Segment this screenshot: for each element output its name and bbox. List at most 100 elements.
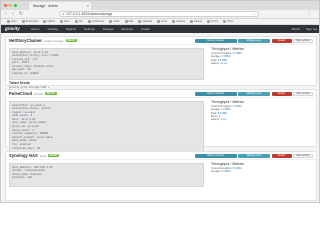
show-in-browser-button[interactable]: Show in browser [194, 91, 237, 96]
card-actions: Show in browser Manage users Restart More a… [194, 38, 313, 43]
bookmark-favicon-icon [138, 20, 142, 23]
card-header: PulseCloud shared READY Show in browser Mana… [6, 90, 316, 98]
nav-item[interactable]: Admin [31, 27, 40, 31]
close-window-icon[interactable] [4, 4, 7, 7]
bookmark-favicon-icon [109, 20, 113, 23]
bookmark-item[interactable]: Other [223, 20, 233, 23]
bookmark-item[interactable]: Sentry [206, 20, 219, 23]
bookmark-item[interactable]: Mail [124, 20, 134, 23]
metric-row: Average: 0.4 MB/s [211, 170, 311, 173]
card-actions: Show in browser Manage users Restart More a… [194, 153, 313, 158]
browser-tab-bar: Storage · Admin × [1, 1, 319, 10]
config-block: host_address: 192.168.1.20 volume: /volum… [9, 163, 204, 187]
config-line: protocol: smb [12, 176, 33, 180]
maximize-window-icon[interactable] [14, 4, 17, 7]
bookmark-favicon-icon [87, 20, 91, 23]
bookmark-item[interactable]: Jira [74, 20, 83, 23]
token-seeds-label: Token Seeds [9, 81, 30, 85]
nav-item[interactable]: Create [141, 27, 150, 31]
metrics-panel: Throughput / Metrics Current throughput: … [211, 100, 311, 121]
storage-name[interactable]: NetStoryChainer [9, 38, 42, 43]
bookmark-label: Grafana [176, 20, 186, 23]
restart-button[interactable]: Restart [271, 153, 292, 158]
back-icon[interactable]: ‹ [5, 11, 7, 18]
reload-icon[interactable]: ↻ [19, 11, 23, 18]
bookmark-item[interactable]: Kibana [190, 20, 202, 23]
bookmark-item[interactable]: Confluence [87, 20, 105, 23]
nav-item[interactable]: Storage [103, 27, 114, 31]
bookmark-item[interactable]: Apps [7, 20, 17, 23]
bookmark-label: Docs [64, 20, 70, 23]
manage-users-button[interactable]: Manage users [238, 91, 270, 96]
bookmark-favicon-icon [157, 20, 161, 23]
status-badge: READY [48, 154, 60, 158]
metric-value: 0.4 MB/s [221, 170, 231, 174]
nav-user-link[interactable]: Sign out [306, 27, 317, 31]
manage-users-button[interactable]: Manage users [238, 153, 270, 158]
bookmark-label: Slack [113, 20, 120, 23]
nav-item[interactable]: Objects [66, 27, 76, 31]
bookmark-label: Confluence [91, 20, 105, 23]
tab-close-icon[interactable]: × [87, 2, 89, 10]
bookmark-item[interactable]: Docs [60, 20, 70, 23]
metrics-panel: Throughput / Metrics Current throughput: … [211, 47, 311, 65]
bookmark-label: Bookmarks [25, 20, 39, 23]
config-line: timeout_ms: 30000 [12, 72, 39, 76]
show-in-browser-button[interactable]: Show in browser [194, 153, 237, 158]
bookmark-star-icon[interactable]: ☆ [253, 12, 256, 17]
bookmark-favicon-icon [124, 20, 128, 23]
more-actions-button[interactable]: More actions [293, 38, 313, 43]
app-nav-user: Admin Sign out [291, 25, 317, 33]
metric-row: Latency: 12 ms [211, 62, 311, 65]
card-title: NetStoryChainer scaled storage READY [9, 38, 77, 44]
show-in-browser-button[interactable]: Show in browser [194, 38, 237, 43]
bookmark-label: Kibana [194, 20, 202, 23]
storage-type: shared [34, 92, 44, 96]
bookmark-favicon-icon [223, 20, 227, 23]
bookmark-label: Apps [11, 20, 17, 23]
bookmark-favicon-icon [43, 20, 47, 23]
card-title: PulseCloud shared READY [9, 91, 57, 97]
nav-item[interactable]: Settings [84, 27, 95, 31]
menu-icon[interactable]: ⋮ [307, 11, 312, 18]
app-navbar: gravity Admin Catalog Objects Settings Stora… [1, 25, 319, 33]
metric-row: Latency: 9 ms [211, 118, 311, 121]
nav-item[interactable]: Catalog [48, 27, 58, 31]
minimize-window-icon[interactable] [9, 4, 12, 7]
more-actions-button[interactable]: More actions [293, 91, 313, 96]
bookmark-label: Drive [161, 20, 168, 23]
metrics-panel: Throughput / Metrics Current throughput: … [211, 162, 311, 174]
card-header: Synology NAS local READY Show in browser Man… [6, 152, 316, 160]
manage-users-button[interactable]: Manage users [238, 38, 270, 43]
storage-card: NetStoryChainer scaled storage READY Show i… [5, 36, 317, 89]
bookmark-label: Mail [128, 20, 134, 23]
forward-icon[interactable]: › [12, 11, 14, 18]
storage-name[interactable]: PulseCloud [9, 91, 32, 96]
card-actions: Show in browser Manage users Restart More a… [194, 91, 313, 96]
metric-label: Latency: [211, 118, 221, 122]
metric-label: Average: [211, 170, 222, 174]
address-bar[interactable]: ● 127.0.0.1:8181/admin/storage ☆ [59, 11, 259, 17]
storage-name[interactable]: Synology NAS [9, 153, 38, 158]
bookmark-item[interactable]: Slack [109, 20, 120, 23]
app-nav-menu: Admin Catalog Objects Settings Storage Servic… [31, 25, 150, 33]
bookmark-label: Sentry [210, 20, 219, 23]
bookmark-item[interactable]: Calendar [138, 20, 152, 23]
metric-value: 12 ms [220, 61, 228, 65]
status-badge: READY [45, 92, 57, 96]
restart-button[interactable]: Restart [271, 38, 292, 43]
bookmark-item[interactable]: Bookmarks [21, 20, 39, 23]
restart-button[interactable]: Restart [271, 91, 292, 96]
tab-title: Storage · Admin [33, 4, 59, 8]
app-logo[interactable]: gravity [5, 25, 20, 33]
metric-value: 1.8 MB/s [232, 105, 242, 108]
browser-tab[interactable]: Storage · Admin × [29, 2, 91, 10]
metric-value: 0.6 MB/s [232, 167, 242, 170]
bookmark-item[interactable]: Drive [157, 20, 167, 23]
nav-item[interactable]: Services [121, 27, 133, 31]
bookmark-item[interactable]: GitHub [43, 20, 55, 23]
bookmark-item[interactable]: Grafana [172, 20, 185, 23]
more-actions-button[interactable]: More actions [293, 153, 313, 158]
storage-type: local [39, 154, 47, 158]
nav-user-link[interactable]: Admin [291, 27, 300, 31]
